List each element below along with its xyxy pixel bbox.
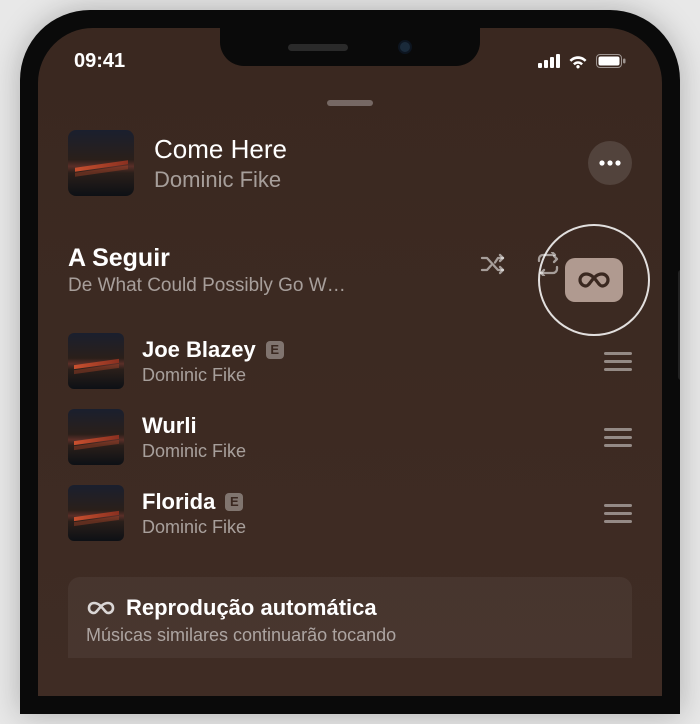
queue-title: A Seguir — [68, 244, 480, 273]
more-button[interactable] — [588, 141, 632, 185]
track-artist: Dominic Fike — [142, 365, 586, 386]
speaker-grille — [288, 44, 348, 51]
track-artist: Dominic Fike — [142, 441, 586, 462]
track-title: Florida — [142, 489, 215, 515]
queue-header: A Seguir De What Could Possibly Go W… — [68, 244, 632, 297]
callout-circle — [538, 224, 650, 336]
repeat-icon[interactable] — [534, 252, 562, 276]
autoplay-title: Reprodução automática — [126, 595, 377, 621]
ellipsis-icon — [599, 160, 621, 166]
track-title: Joe Blazey — [142, 337, 256, 363]
now-playing-artist: Dominic Fike — [154, 167, 568, 193]
infinity-icon — [86, 600, 116, 616]
album-artwork — [68, 485, 124, 541]
reorder-handle-icon[interactable] — [604, 504, 632, 523]
screen: 09:41 Come Here Dominic Fike — [38, 28, 662, 696]
autoplay-button[interactable] — [565, 258, 623, 302]
album-artwork — [68, 333, 124, 389]
infinity-icon — [577, 271, 611, 289]
track-row[interactable]: Wurli Dominic Fike — [68, 399, 632, 475]
track-artist: Dominic Fike — [142, 517, 586, 538]
track-title: Wurli — [142, 413, 197, 439]
shuffle-icon[interactable] — [480, 252, 508, 276]
now-playing-row[interactable]: Come Here Dominic Fike — [68, 130, 632, 196]
track-row[interactable]: Florida E Dominic Fike — [68, 475, 632, 551]
sheet-grabber[interactable] — [327, 100, 373, 106]
notch — [220, 28, 480, 66]
autoplay-subtitle: Músicas similares continuarão tocando — [86, 625, 614, 646]
track-row[interactable]: Joe Blazey E Dominic Fike — [68, 323, 632, 399]
side-button — [678, 270, 680, 380]
queue-list: Joe Blazey E Dominic Fike Wurli Dominic … — [68, 323, 632, 551]
autoplay-section: Reprodução automática Músicas similares … — [68, 577, 632, 658]
wifi-icon — [567, 53, 589, 69]
front-camera — [398, 40, 412, 54]
cellular-icon — [538, 54, 560, 68]
reorder-handle-icon[interactable] — [604, 352, 632, 371]
reorder-handle-icon[interactable] — [604, 428, 632, 447]
album-artwork — [68, 130, 134, 196]
status-time: 09:41 — [74, 50, 125, 73]
now-playing-title: Come Here — [154, 134, 568, 165]
explicit-badge: E — [266, 341, 284, 359]
album-artwork — [68, 409, 124, 465]
device-frame: 09:41 Come Here Dominic Fike — [20, 10, 680, 714]
queue-subtitle: De What Could Possibly Go W… — [68, 275, 398, 297]
battery-icon — [596, 54, 626, 68]
explicit-badge: E — [225, 493, 243, 511]
